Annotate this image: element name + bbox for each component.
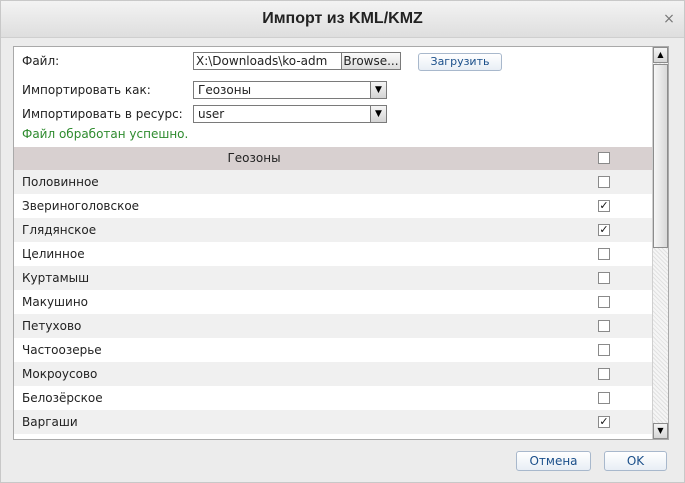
row-checkbox[interactable] xyxy=(598,392,610,404)
scroll-thumb[interactable] xyxy=(653,64,668,248)
browse-button[interactable]: Browse... xyxy=(341,52,401,70)
upload-button[interactable]: Загрузить xyxy=(418,53,502,71)
column-header-geozones: Геозоны xyxy=(227,151,281,165)
table-row[interactable]: Куртамыш xyxy=(14,266,668,291)
geozone-name: Половинное xyxy=(22,175,99,189)
table-row[interactable]: Звериноголовское ✓ xyxy=(14,194,668,219)
row-checkbox[interactable] xyxy=(598,248,610,260)
table-row[interactable]: Макушино xyxy=(14,290,668,315)
row-checkbox[interactable] xyxy=(598,296,610,308)
status-message: Файл обработан успешно. xyxy=(22,127,189,141)
import-to-select[interactable]: user ▼ xyxy=(193,105,387,123)
row-checkbox[interactable] xyxy=(598,344,610,356)
geozone-name: Мокроусово xyxy=(22,367,98,381)
close-icon[interactable]: × xyxy=(662,12,676,26)
table-row[interactable]: Мокроусово xyxy=(14,362,668,387)
geozone-name: Белозёрское xyxy=(22,391,103,405)
scroll-down-icon[interactable]: ▼ xyxy=(653,423,668,439)
table-row[interactable]: Белозёрское xyxy=(14,386,668,411)
geozone-name: Целинное xyxy=(22,247,85,261)
import-as-label: Импортировать как: xyxy=(22,83,151,97)
geozone-name: Макушино xyxy=(22,295,89,309)
cancel-button[interactable]: Отмена xyxy=(516,451,591,471)
dialog-title: Импорт из KML/KMZ xyxy=(262,10,423,27)
import-dialog: Импорт из KML/KMZ × Файл: X:\Downloads\k… xyxy=(0,0,685,483)
row-checkbox[interactable]: ✓ xyxy=(598,416,610,428)
table-row[interactable]: Петухово xyxy=(14,314,668,339)
vertical-scrollbar[interactable]: ▲ ▼ xyxy=(652,47,668,439)
table-row[interactable]: Глядянское ✓ xyxy=(14,218,668,243)
chevron-down-icon[interactable]: ▼ xyxy=(370,106,386,122)
geozone-name: Куртамыш xyxy=(22,271,90,285)
row-checkbox[interactable]: ✓ xyxy=(598,224,610,236)
import-as-select[interactable]: Геозоны ▼ xyxy=(193,81,387,99)
geozone-name: Петухово xyxy=(22,319,82,333)
table-row[interactable]: Целинное xyxy=(14,242,668,267)
dialog-content: Файл: X:\Downloads\ko-adm Browse... Загр… xyxy=(13,46,669,440)
table-header: Геозоны xyxy=(14,147,668,170)
row-checkbox[interactable]: ✓ xyxy=(598,200,610,212)
chevron-down-icon[interactable]: ▼ xyxy=(370,82,386,98)
import-as-value: Геозоны xyxy=(198,83,252,97)
row-checkbox[interactable] xyxy=(598,320,610,332)
row-checkbox[interactable] xyxy=(598,368,610,380)
geozone-name: Глядянское xyxy=(22,223,97,237)
dialog-titlebar: Импорт из KML/KMZ × xyxy=(1,1,684,38)
geozone-name: Частоозерье xyxy=(22,343,102,357)
ok-button[interactable]: OK xyxy=(604,451,667,471)
geozone-name: Звериноголовское xyxy=(22,199,140,213)
geozone-name: Варгаши xyxy=(22,415,78,429)
row-checkbox[interactable] xyxy=(598,176,610,188)
select-all-checkbox[interactable] xyxy=(598,152,610,164)
table-row[interactable]: Варгаши ✓ xyxy=(14,410,668,435)
import-to-label: Импортировать в ресурс: xyxy=(22,107,183,121)
import-to-value: user xyxy=(198,107,225,121)
table-row[interactable]: Частоозерье xyxy=(14,338,668,363)
file-path-input[interactable]: X:\Downloads\ko-adm xyxy=(193,52,342,70)
file-label: Файл: xyxy=(22,54,60,68)
scroll-up-icon[interactable]: ▲ xyxy=(653,47,668,63)
table-row[interactable]: Половинное xyxy=(14,170,668,195)
row-checkbox[interactable] xyxy=(598,272,610,284)
